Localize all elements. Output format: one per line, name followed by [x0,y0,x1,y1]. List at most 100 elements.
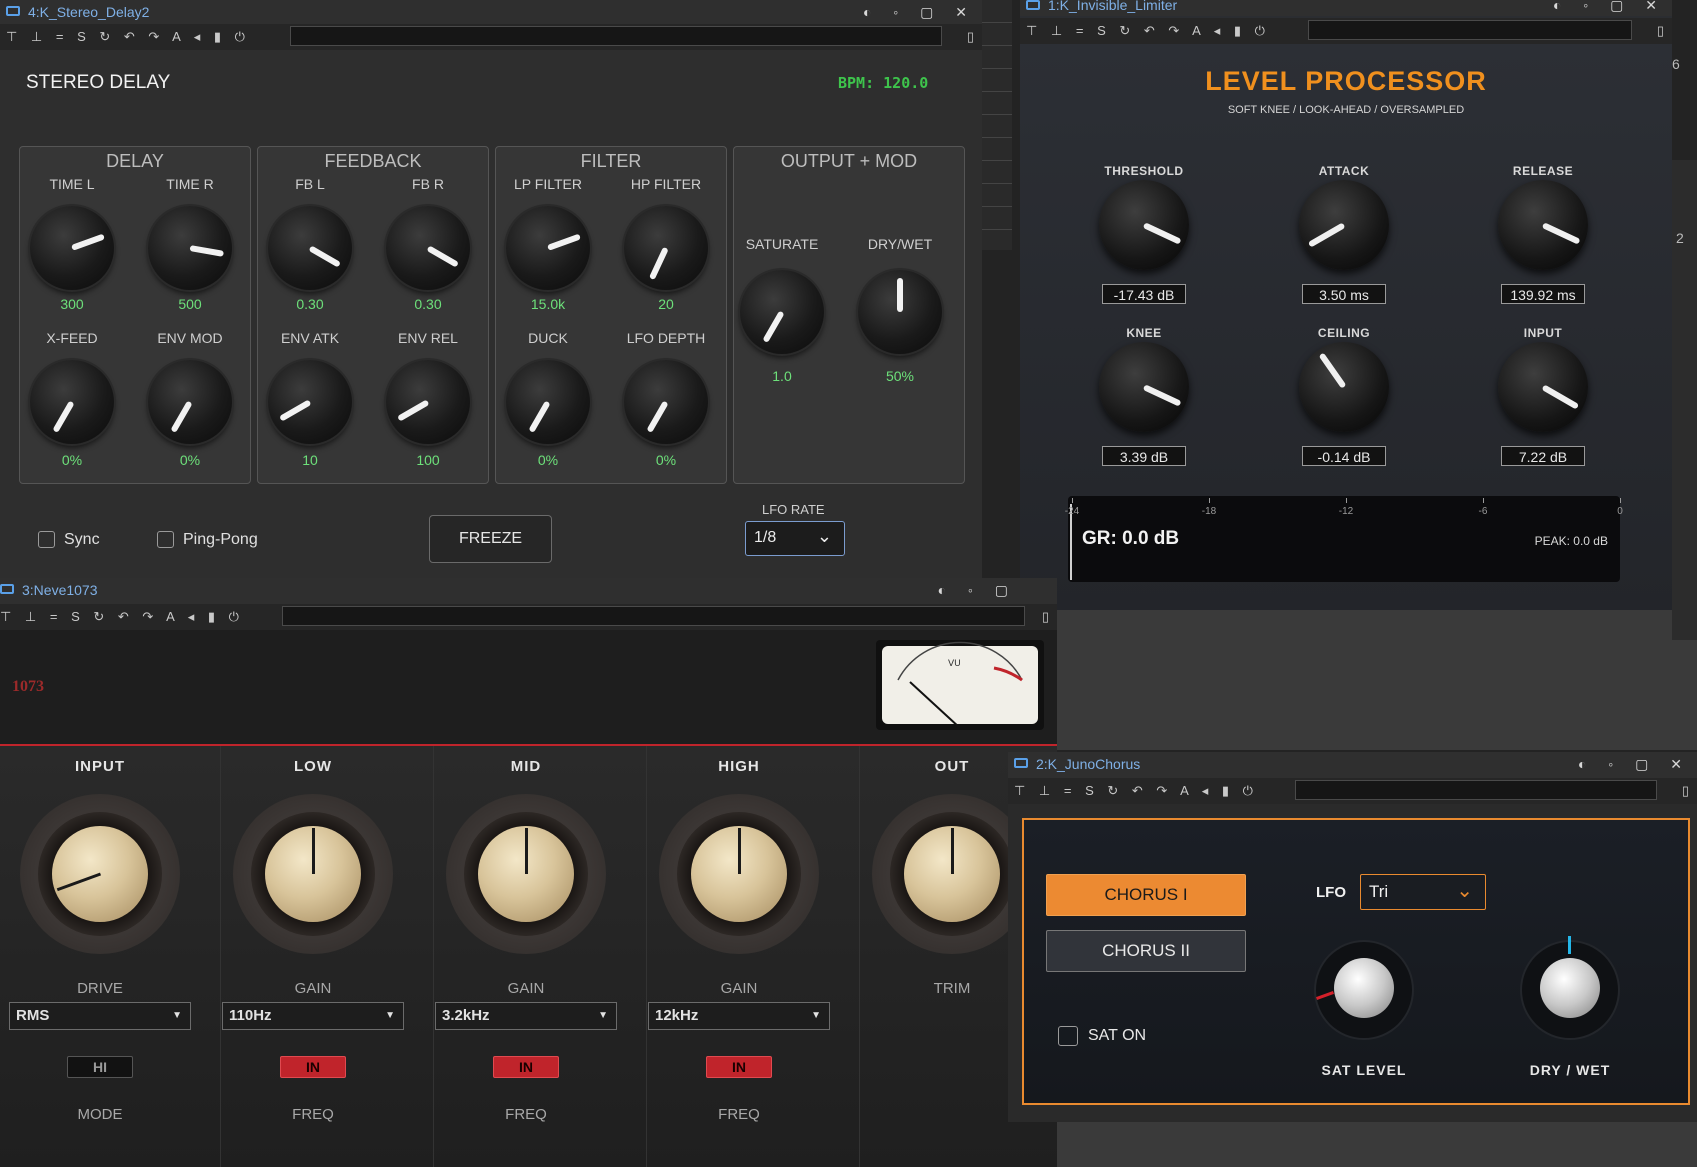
input-select[interactable]: RMS ▼ [9,1002,191,1030]
sat-level-indicator [1316,991,1334,1000]
group-title-filter: FILTER [580,151,642,171]
neve-toolbar: ⊤ ⊥ = S ↻ ↶ ↷ A ◂ ▮ ⏻ ▯ [0,604,1057,630]
preset-field[interactable] [1308,20,1632,40]
meter-tick-2: -12 [1338,506,1354,517]
toolbar-icons[interactable]: ⊤ ⊥ = S ↻ ↶ ↷ A ◂ ▮ ⏻ [1014,778,1258,804]
pin-icon[interactable] [0,584,14,594]
dry-wet-indicator [1568,936,1571,954]
mid-select[interactable]: 3.2kHz ▼ [435,1002,617,1030]
lp-filter-knob[interactable] [506,206,590,290]
stereo-delay-titlebar[interactable]: 4:K_Stereo_Delay2 ◐ ◦ ▢ ✕ [0,0,982,24]
window-buttons[interactable]: ◐ ◦ ▢ [938,578,1017,602]
mid-toggle-button[interactable]: IN [493,1056,559,1078]
chevron-down-icon: ▼ [385,1010,395,1021]
lfo-depth-knob[interactable] [624,360,708,444]
window-buttons[interactable]: ◐ ◦ ▢ ✕ [1578,752,1691,776]
dry-wet-knob[interactable] [858,270,942,354]
preset-field[interactable] [282,606,1025,626]
window-buttons[interactable]: ◐ ◦ ▢ ✕ [1553,0,1666,12]
plugin-title: STEREO DELAY [26,72,171,93]
mid-knob-pointer [524,828,528,874]
knee-knob[interactable] [1099,342,1189,432]
x-feed-knob[interactable] [30,360,114,444]
toolbar-icons[interactable]: ⊤ ⊥ = S ↻ ↶ ↷ A ◂ ▮ ⏻ [1026,18,1270,44]
low-knob[interactable] [233,794,393,954]
gr-meter: -24 -18 -12 -6 0 GR: 0.0 dB PEAK: 0.0 dB [1065,496,1623,582]
fb-l-knob[interactable] [268,206,352,290]
pin-icon[interactable] [1014,758,1028,768]
limiter-panel: LEVEL PROCESSOR SOFT KNEE / LOOK-AHEAD /… [1020,44,1672,610]
time-l-knob[interactable] [30,206,114,290]
fb-l-value: 0.30 [296,296,324,312]
sync-checkbox[interactable] [38,531,55,548]
toolbar-icons[interactable]: ⊤ ⊥ = S ↻ ↶ ↷ A ◂ ▮ ⏻ [6,24,250,50]
high-toggle-button[interactable]: IN [706,1056,772,1078]
meter-tick-0: -24 [1064,506,1080,517]
sat-level-knob[interactable] [1316,942,1412,1038]
env-mod-pointer [170,400,193,433]
duck-knob[interactable] [506,360,590,444]
lfo-value: Tri [1369,882,1389,901]
neve-model-label: 1073 [12,678,44,695]
meter-tick-3: -6 [1478,506,1488,517]
document-icon[interactable]: ▯ [967,24,974,50]
freeze-button[interactable]: FREEZE [429,515,552,563]
chorus-2-button[interactable]: CHORUS II [1046,930,1246,972]
mid-knob[interactable] [446,794,606,954]
preset-field[interactable] [1295,780,1657,800]
ceiling-knob[interactable] [1299,342,1389,432]
window-title: 4:K_Stereo_Delay2 [28,4,150,20]
chevron-down-icon: ▼ [811,1010,821,1021]
toolbar-icons[interactable]: ⊤ ⊥ = S ↻ ↶ ↷ A ◂ ▮ ⏻ [0,604,244,630]
input-foot-label: MODE [77,1106,123,1123]
high-foot-label: FREQ [718,1106,760,1123]
window-buttons[interactable]: ◐ ◦ ▢ ✕ [863,0,976,24]
duck-pointer [528,400,551,433]
attack-label: ATTACK [1318,164,1370,178]
time-r-knob[interactable] [148,206,232,290]
input-knob[interactable] [1498,342,1588,432]
input-toggle-button[interactable]: HI [67,1056,133,1078]
preset-field[interactable] [290,26,942,46]
document-icon[interactable]: ▯ [1657,18,1664,44]
pin-icon[interactable] [6,6,20,16]
input-knob[interactable] [20,794,180,954]
fb-l-pointer [308,245,341,268]
env-mod-value: 0% [179,452,201,468]
env-mod-knob[interactable] [148,360,232,444]
high-select[interactable]: 12kHz ▼ [648,1002,830,1030]
saturate-pointer [762,310,785,343]
saturate-knob[interactable] [740,270,824,354]
dry-wet-knob[interactable] [1522,936,1618,1038]
sat-on-checkbox[interactable] [1058,1026,1078,1046]
lfo-rate-select[interactable]: 1/8 ⌄ [745,521,845,556]
pingpong-checkbox[interactable] [157,531,174,548]
pin-icon[interactable] [1026,0,1040,10]
low-select[interactable]: 110Hz ▼ [222,1002,404,1030]
juno-titlebar[interactable]: 2:K_JunoChorus ◐ ◦ ▢ ✕ [1008,752,1697,778]
ceiling-value: -0.14 dB [1302,446,1386,466]
time-r-value: 500 [178,296,202,312]
low-toggle-button[interactable]: IN [280,1056,346,1078]
lp-filter-pointer [546,233,581,251]
mid-heading: MID [510,758,542,775]
meter-tick-4: 0 [1617,506,1623,517]
limiter-titlebar[interactable]: 1:K_Invisible_Limiter ◐ ◦ ▢ ✕ [1020,0,1672,16]
lp-filter-label: LP FILTER [514,176,582,192]
release-knob[interactable] [1498,180,1588,270]
neve-titlebar[interactable]: 3:Neve1073 ◐ ◦ ▢ [0,578,1057,604]
env-rel-knob[interactable] [386,360,470,444]
attack-knob[interactable] [1299,180,1389,270]
hp-filter-knob[interactable] [624,206,708,290]
lfo-select[interactable]: Tri ⌄ [1360,874,1486,910]
document-icon[interactable]: ▯ [1682,778,1689,804]
fb-r-knob[interactable] [386,206,470,290]
threshold-label: THRESHOLD [1104,164,1184,178]
document-icon[interactable]: ▯ [1042,604,1049,630]
high-knob[interactable] [659,794,819,954]
mid-select-value: 3.2kHz [442,1007,490,1024]
chorus-1-button[interactable]: CHORUS I [1046,874,1246,916]
threshold-knob[interactable] [1099,180,1189,270]
time-l-label: TIME L [49,176,95,192]
env-atk-knob[interactable] [268,360,352,444]
